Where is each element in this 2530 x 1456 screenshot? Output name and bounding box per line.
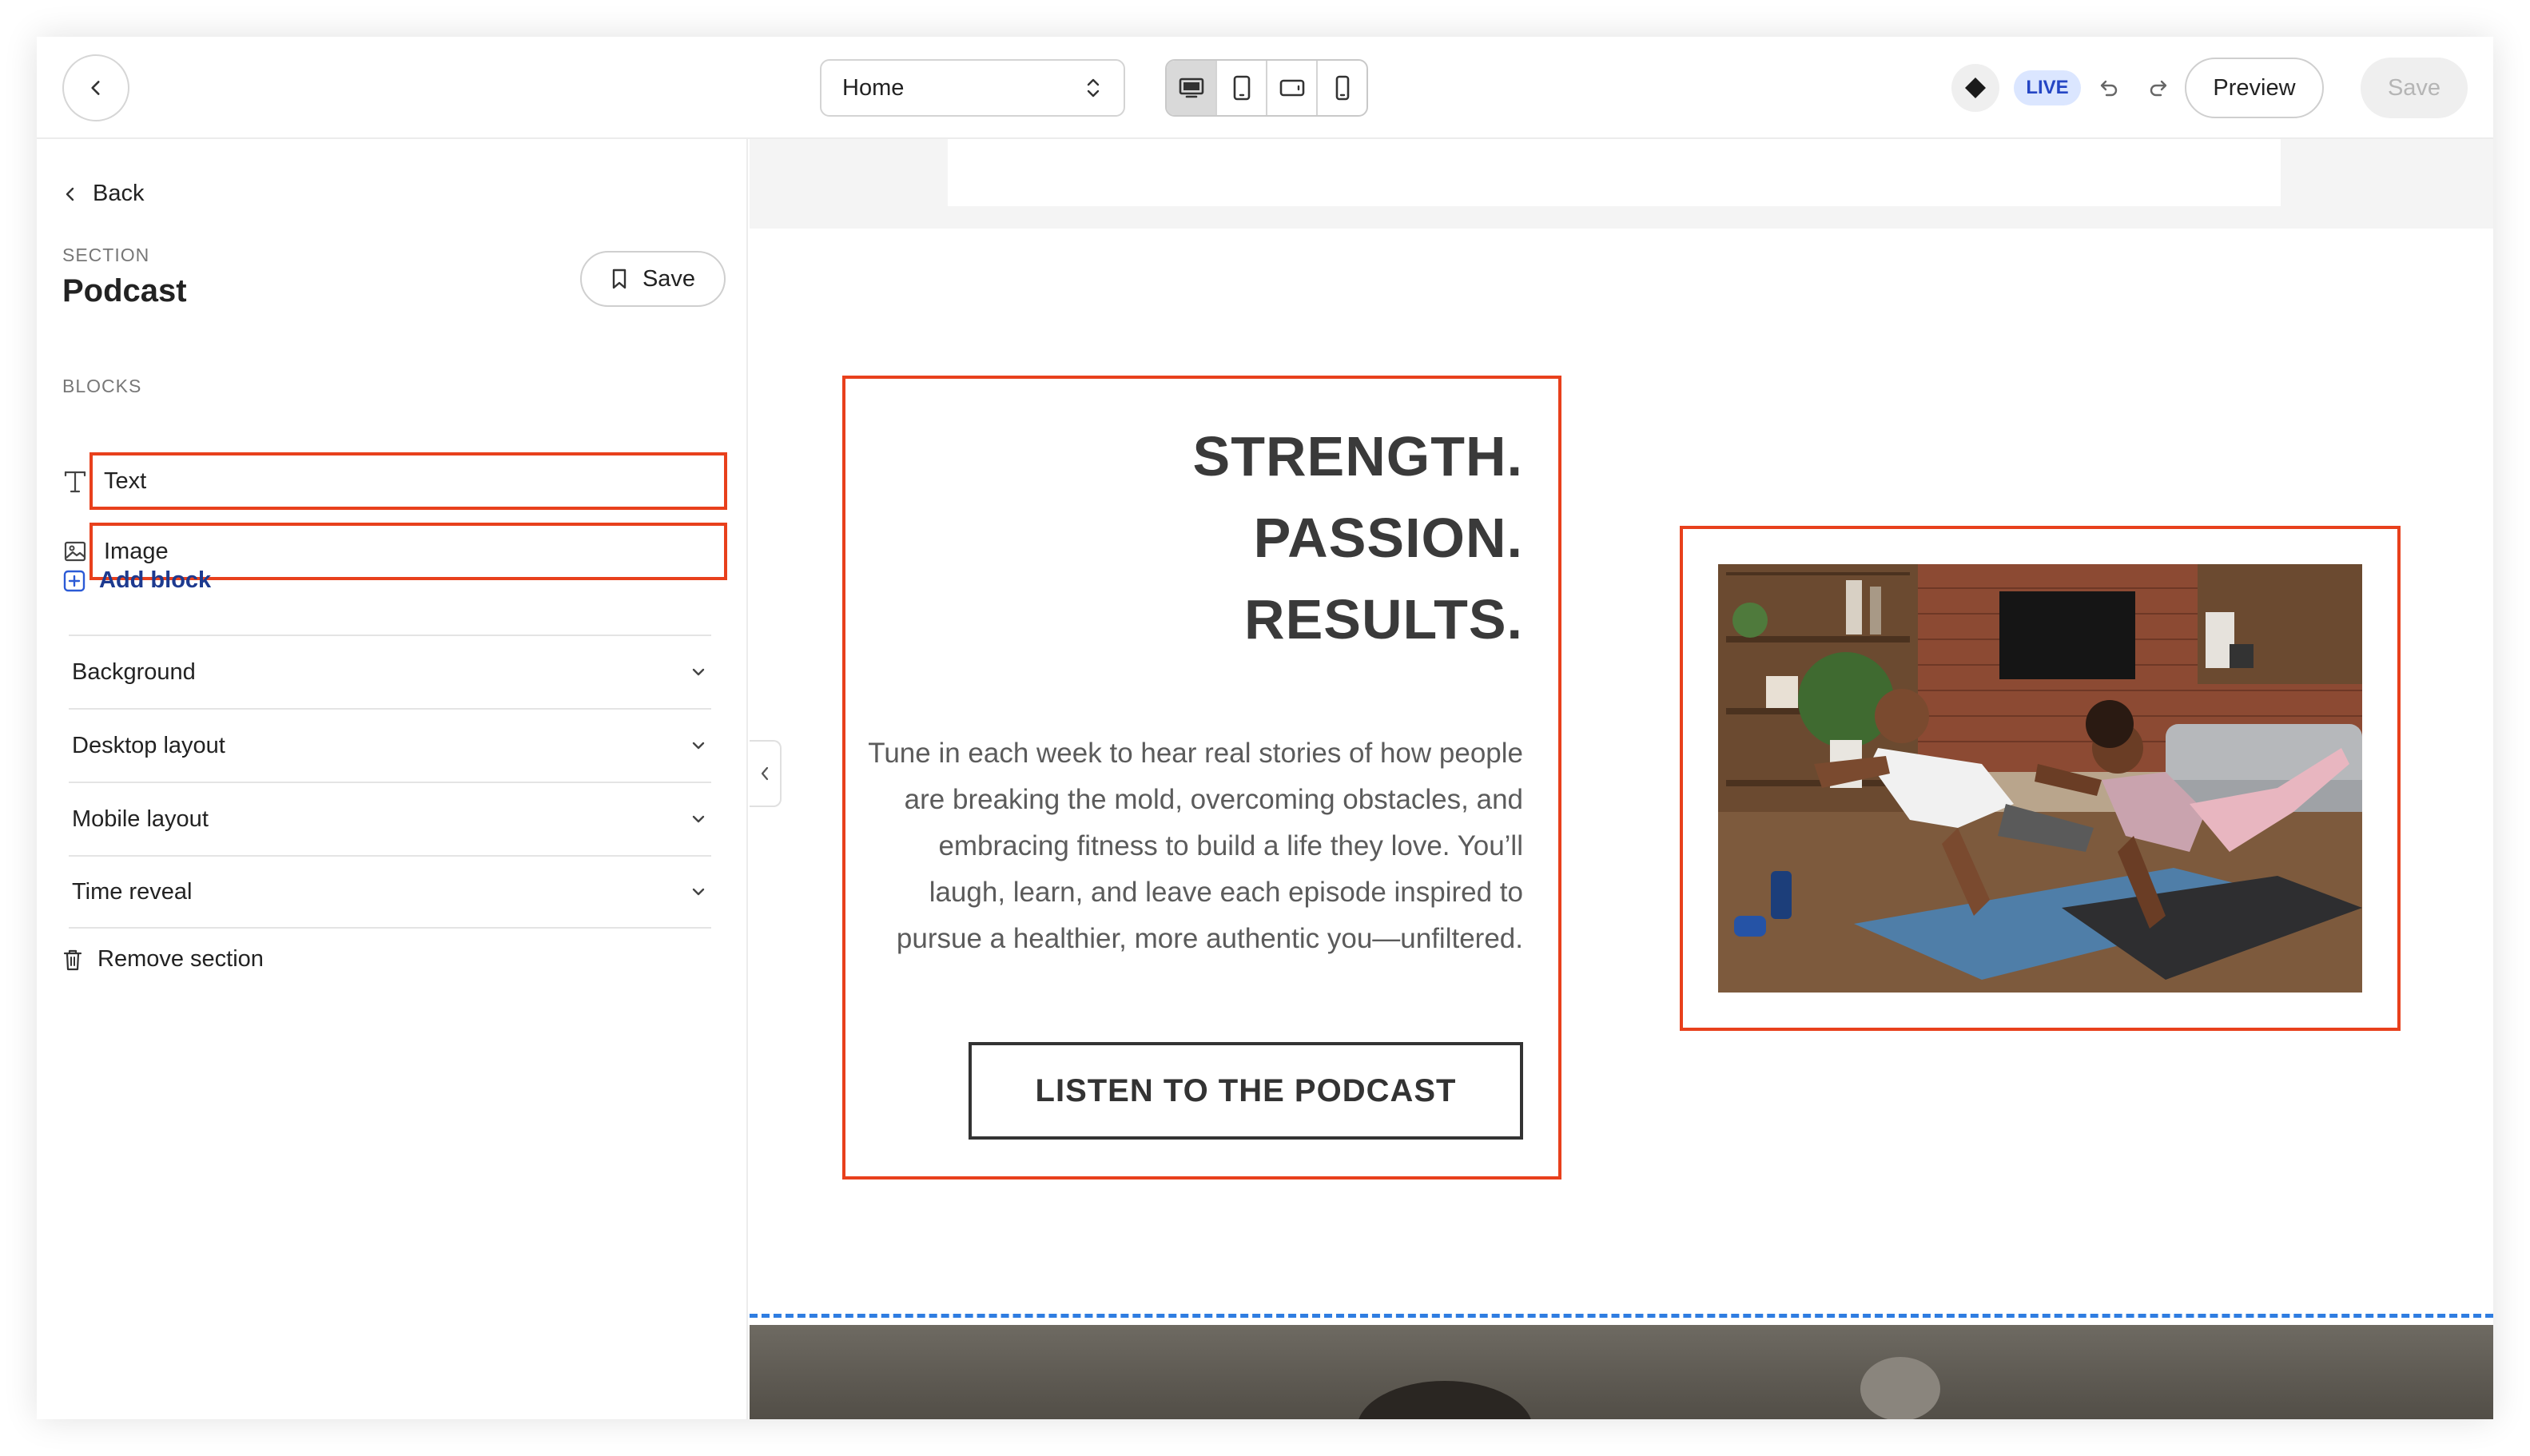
accordion-label: Mobile layout bbox=[72, 806, 209, 832]
block-item-text[interactable]: Text bbox=[62, 452, 727, 510]
section-boundary-indicator bbox=[750, 1314, 2493, 1318]
image-icon bbox=[62, 537, 88, 566]
chevron-left-icon bbox=[66, 187, 74, 201]
chevron-down-icon bbox=[692, 742, 705, 750]
chevron-left-icon bbox=[91, 81, 100, 95]
previous-section-band bbox=[750, 139, 2493, 229]
listen-podcast-button[interactable]: LISTEN TO THE PODCAST bbox=[969, 1042, 1523, 1140]
chevron-down-icon bbox=[692, 668, 705, 676]
back-label: Back bbox=[93, 181, 145, 206]
plus-square-icon bbox=[63, 570, 86, 591]
section-title: Podcast bbox=[62, 273, 187, 308]
ai-assistant-button[interactable] bbox=[1951, 64, 1999, 112]
site-preview-canvas: STRENGTH. PASSION. RESULTS. Tune in each… bbox=[750, 139, 2493, 1419]
blocks-label: BLOCKS bbox=[62, 376, 142, 396]
mobile-icon bbox=[1335, 75, 1349, 101]
add-block-button[interactable]: Add block bbox=[62, 567, 211, 594]
save-button-disabled[interactable]: Save bbox=[2361, 58, 2468, 118]
back-link[interactable]: Back bbox=[62, 181, 144, 207]
collapse-sidebar-button[interactable] bbox=[750, 740, 782, 807]
redo-icon bbox=[2150, 80, 2167, 97]
block-item-label: Text bbox=[90, 452, 727, 510]
desktop-icon bbox=[1179, 78, 1203, 98]
redo-button[interactable] bbox=[2143, 72, 2175, 104]
live-badge: LIVE bbox=[2014, 70, 2081, 105]
device-tablet-button[interactable] bbox=[1217, 61, 1267, 115]
bookmark-icon bbox=[612, 269, 627, 289]
chevron-down-icon bbox=[692, 815, 705, 823]
device-tablet-landscape-button[interactable] bbox=[1267, 61, 1318, 115]
headline-line: RESULTS. bbox=[1244, 588, 1523, 650]
accordion-label: Time reveal bbox=[72, 878, 193, 905]
headline-line: PASSION. bbox=[1253, 507, 1523, 569]
next-section-preview bbox=[750, 1325, 2493, 1419]
chevron-left-icon bbox=[761, 766, 769, 781]
accordion-mobile-layout[interactable]: Mobile layout bbox=[69, 782, 711, 855]
remove-section-button[interactable]: Remove section bbox=[62, 946, 264, 973]
podcast-description[interactable]: Tune in each week to hear real stories o… bbox=[868, 730, 1523, 962]
exit-editor-button[interactable] bbox=[62, 54, 129, 121]
chevron-down-icon bbox=[692, 888, 705, 896]
device-mobile-button[interactable] bbox=[1318, 61, 1366, 115]
headline-line: STRENGTH. bbox=[1192, 425, 1523, 487]
add-block-label: Add block bbox=[99, 567, 212, 593]
accordion-label: Desktop layout bbox=[72, 732, 225, 758]
remove-section-label: Remove section bbox=[97, 946, 264, 972]
save-section-button[interactable]: Save bbox=[580, 251, 726, 307]
page-selector[interactable]: Home bbox=[820, 59, 1125, 117]
diamond-icon bbox=[1965, 78, 1986, 98]
previous-section-card bbox=[948, 139, 2281, 206]
tablet-landscape-icon bbox=[1279, 79, 1304, 97]
updown-chevron-icon bbox=[1087, 78, 1100, 97]
device-desktop-button[interactable] bbox=[1167, 61, 1217, 115]
accordion-label: Background bbox=[72, 658, 196, 685]
page-selector-value: Home bbox=[842, 74, 905, 101]
undo-icon bbox=[2100, 80, 2118, 97]
section-settings-sidebar: Back SECTION Podcast Save BLOCKS Text Im… bbox=[37, 139, 748, 1419]
accordion-desktop-layout[interactable]: Desktop layout bbox=[69, 708, 711, 782]
image-block-selected[interactable] bbox=[1680, 526, 2401, 1031]
editor-window: Home LIVE Preview Save Back SECTION Podc… bbox=[37, 37, 2493, 1419]
tablet-portrait-icon bbox=[1233, 75, 1250, 101]
accordion-background[interactable]: Background bbox=[69, 635, 711, 708]
device-toggle-group bbox=[1165, 59, 1368, 117]
section-label: SECTION bbox=[62, 245, 150, 265]
trash-icon bbox=[63, 949, 82, 970]
top-toolbar: Home LIVE Preview Save bbox=[37, 37, 2493, 139]
text-block-selected[interactable]: STRENGTH. PASSION. RESULTS. Tune in each… bbox=[842, 376, 1561, 1180]
preview-button[interactable]: Preview bbox=[2185, 58, 2324, 118]
undo-button[interactable] bbox=[2092, 72, 2124, 104]
workout-couple-photo[interactable] bbox=[1718, 564, 2362, 993]
accordion-time-reveal[interactable]: Time reveal bbox=[69, 855, 711, 929]
text-type-icon bbox=[62, 467, 88, 495]
save-section-label: Save bbox=[642, 265, 696, 292]
podcast-headline[interactable]: STRENGTH. PASSION. RESULTS. bbox=[1193, 416, 1523, 660]
